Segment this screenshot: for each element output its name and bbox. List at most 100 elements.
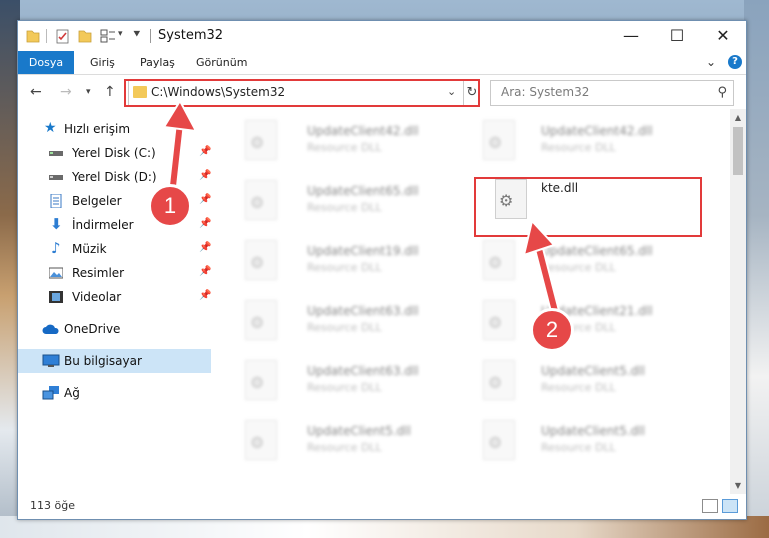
large-icons-view-icon[interactable] <box>722 499 738 513</box>
file-type: Resource DLL <box>307 141 382 154</box>
computer-icon <box>42 354 60 367</box>
sidebar-item-label: OneDrive <box>64 322 121 336</box>
file-name: UpdateClient5.dll <box>541 424 645 438</box>
file-name: UpdateClient65.dll <box>307 184 419 198</box>
scroll-up-icon[interactable]: ▲ <box>730 109 746 126</box>
help-button[interactable]: ? <box>728 55 742 69</box>
list-item[interactable]: ⚙ UpdateClient63.dll Resource DLL <box>235 295 465 351</box>
forward-icon[interactable]: → <box>60 84 72 100</box>
file-explorer-window: ▾ ⯆ System32 — ☐ ✕ Dosya Giriş Paylaş Gö… <box>17 20 747 520</box>
list-item[interactable]: ⚙ UpdateClient42.dll Resource DLL <box>473 115 703 171</box>
annotation-step-1: 1 <box>148 184 192 228</box>
close-button[interactable]: ✕ <box>700 21 746 51</box>
scroll-down-icon[interactable]: ▼ <box>730 477 746 494</box>
tab-giris[interactable]: Giriş <box>90 51 115 74</box>
search-placeholder: Ara: System32 <box>501 85 590 99</box>
file-type: Resource DLL <box>307 261 382 274</box>
tab-gorunum[interactable]: Görünüm <box>196 51 247 74</box>
gear-icon: ⚙ <box>488 433 503 452</box>
sidebar-item-label: Yerel Disk (C:) <box>72 146 156 160</box>
sidebar-item-this-pc[interactable]: Bu bilgisayar <box>18 349 211 373</box>
pin-icon[interactable]: 📌 <box>199 218 211 229</box>
list-item[interactable]: ⚙ UpdateClient5.dll Resource DLL <box>473 415 703 471</box>
recent-locations-icon[interactable]: ▾ <box>86 87 91 97</box>
list-item[interactable]: ⚙ UpdateClient65.dll Resource DLL <box>473 235 703 291</box>
file-name: UpdateClient5.dll <box>541 364 645 378</box>
list-item[interactable]: ⚙ UpdateClient63.dll Resource DLL <box>235 355 465 411</box>
gear-icon: ⚙ <box>250 373 265 392</box>
gear-icon: ⚙ <box>488 253 503 272</box>
sidebar-item-label: Yerel Disk (D:) <box>72 170 157 184</box>
file-name: UpdateClient63.dll <box>307 364 419 378</box>
pin-icon[interactable]: 📌 <box>199 242 211 253</box>
sidebar-item-pictures[interactable]: Resimler 📌 <box>18 261 211 285</box>
file-type: Resource DLL <box>307 201 382 214</box>
title-divider <box>150 29 151 43</box>
sidebar-item-videos[interactable]: Videolar 📌 <box>18 285 211 309</box>
sidebar-item-onedrive[interactable]: OneDrive <box>18 317 211 341</box>
annotation-step-2: 2 <box>530 308 574 352</box>
file-name: UpdateClient63.dll <box>307 304 419 318</box>
sidebar-item-label: İndirmeler <box>72 218 134 232</box>
ribbon-tabs: Dosya Giriş Paylaş Görünüm ⌄ ? <box>18 51 746 75</box>
list-item[interactable]: ⚙ UpdateClient5.dll Resource DLL <box>235 415 465 471</box>
file-name: UpdateClient42.dll <box>541 124 653 138</box>
list-item[interactable]: ⚙ UpdateClient65.dll Resource DLL <box>235 175 465 231</box>
gear-icon: ⚙ <box>488 133 503 152</box>
sidebar-item-label: Resimler <box>72 266 125 280</box>
search-icon[interactable]: ⚲ <box>717 85 727 100</box>
customize-view-icon[interactable] <box>100 28 116 44</box>
back-icon[interactable]: ← <box>30 84 42 100</box>
music-icon: ♪ <box>51 239 61 257</box>
sidebar-item-network[interactable]: Ağ <box>18 381 211 405</box>
status-bar: 113 öğe <box>18 495 746 519</box>
qa-divider <box>46 29 47 43</box>
sidebar-item-music[interactable]: ♪ Müzik 📌 <box>18 237 211 261</box>
file-type: Resource DLL <box>541 381 616 394</box>
qa-dropdown-icon[interactable]: ▾ <box>118 29 123 39</box>
pin-icon[interactable]: 📌 <box>199 266 211 277</box>
pin-icon[interactable]: 📌 <box>199 290 211 301</box>
list-item[interactable]: ⚙ UpdateClient5.dll Resource DLL <box>473 355 703 411</box>
file-type: Resource DLL <box>541 141 616 154</box>
window-title: System32 <box>158 28 224 43</box>
gear-icon: ⚙ <box>488 373 503 392</box>
network-icon <box>42 386 59 400</box>
gear-icon: ⚙ <box>250 313 265 332</box>
list-item[interactable]: ⚙ UpdateClient21.dll Resource DLL <box>473 295 703 351</box>
tab-dosya[interactable]: Dosya <box>18 51 74 74</box>
ribbon-expand-icon[interactable]: ⌄ <box>706 55 716 69</box>
drive-icon <box>49 175 63 180</box>
sidebar-item-label: Bu bilgisayar <box>64 354 142 368</box>
properties-icon[interactable] <box>56 28 70 44</box>
details-view-icon[interactable] <box>702 499 718 513</box>
gear-icon: ⚙ <box>250 133 265 152</box>
folder-icon <box>26 30 40 43</box>
file-type: Resource DLL <box>307 381 382 394</box>
title-bar: ▾ ⯆ System32 — ☐ ✕ <box>18 21 746 51</box>
scroll-thumb[interactable] <box>733 127 743 175</box>
maximize-button[interactable]: ☐ <box>654 21 700 51</box>
list-item[interactable]: ⚙ UpdateClient19.dll Resource DLL <box>235 235 465 291</box>
new-folder-icon[interactable] <box>78 28 92 44</box>
cloud-icon <box>42 324 59 334</box>
search-box[interactable]: Ara: System32 ⚲ <box>490 80 734 106</box>
file-type: Resource DLL <box>307 321 382 334</box>
qa-customize-icon[interactable]: ⯆ <box>132 27 142 42</box>
file-name: UpdateClient5.dll <box>307 424 411 438</box>
file-list: ⚙ UpdateClient42.dll Resource DLL ⚙ Upda… <box>215 109 729 495</box>
file-name: UpdateClient42.dll <box>307 124 419 138</box>
item-count: 113 öğe <box>30 499 75 512</box>
sidebar-item-label: Ağ <box>64 386 80 400</box>
sidebar-item-label: Hızlı erişim <box>64 122 131 136</box>
file-type: Resource DLL <box>307 441 382 454</box>
list-item[interactable]: ⚙ UpdateClient42.dll Resource DLL <box>235 115 465 171</box>
minimize-button[interactable]: — <box>608 21 654 51</box>
desktop-wallpaper-right <box>744 0 769 538</box>
star-icon: ★ <box>44 120 57 136</box>
vertical-scrollbar[interactable]: ▲ ▼ <box>730 109 746 494</box>
up-folder-icon[interactable]: ↑ <box>104 84 116 100</box>
file-type: Resource DLL <box>541 441 616 454</box>
gear-icon: ⚙ <box>250 433 265 452</box>
tab-paylas[interactable]: Paylaş <box>140 51 175 74</box>
